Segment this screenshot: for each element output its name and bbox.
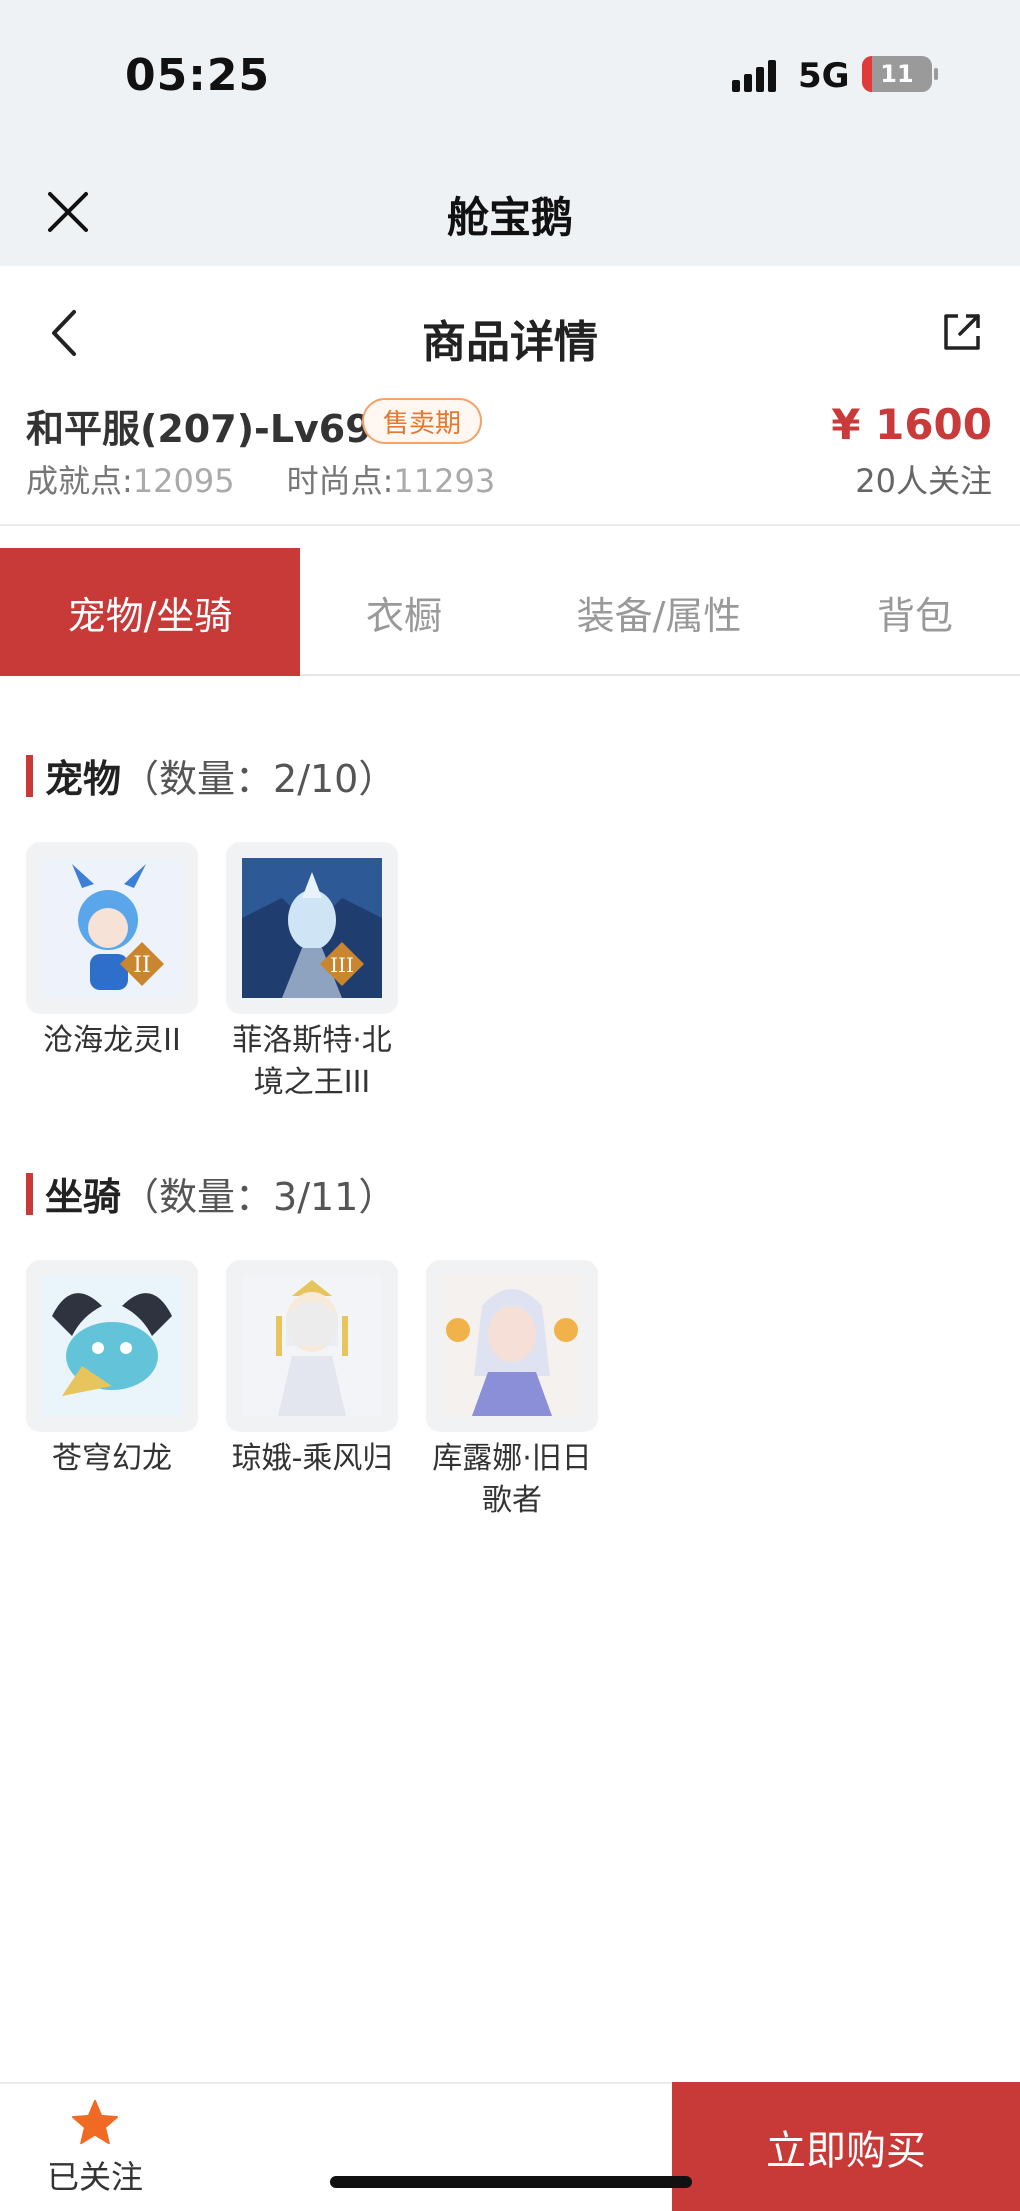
mount-card[interactable]: 苍穹幻龙 <box>26 1260 198 1522</box>
pet-thumbnail: II <box>26 842 198 1014</box>
tab-backpack[interactable]: 背包 <box>810 548 1020 676</box>
svg-text:II: II <box>133 953 150 978</box>
achievement-label: 成就点: <box>26 462 133 500</box>
battery-level: 11 <box>880 60 914 88</box>
mounts-count: （数量：3/11） <box>121 1175 397 1219</box>
sky-dragon-image <box>42 1276 182 1416</box>
pets-section-title: 宠物 （数量：2/10） <box>26 748 396 803</box>
divider <box>0 524 1020 526</box>
svg-text:III: III <box>330 953 354 977</box>
mount-name: 库露娜·旧日歌者 <box>432 1441 592 1518</box>
pet-name: 沧海龙灵II <box>43 1023 181 1058</box>
tab-equipment[interactable]: 装备/属性 <box>508 548 810 676</box>
kuluna-image <box>442 1276 582 1416</box>
app-title: 舱宝鹅 <box>446 193 573 242</box>
signal-icon <box>732 60 776 92</box>
star-icon <box>71 2099 119 2145</box>
chang-e-image <box>242 1276 382 1416</box>
pets-grid: II 沧海龙灵II III 菲洛斯特·北境之王III <box>26 842 398 1104</box>
mount-thumbnail <box>426 1260 598 1432</box>
page-title: 商品详情 <box>422 317 598 368</box>
section-marker <box>26 1172 33 1215</box>
north-king-image: III <box>242 858 382 998</box>
fashion-value: 11293 <box>393 462 496 500</box>
server-level: 和平服(207)-Lv69 <box>26 407 372 451</box>
tab-wardrobe[interactable]: 衣橱 <box>300 548 508 676</box>
follow-label: 已关注 <box>46 2158 143 2196</box>
follow-button[interactable]: 已关注 <box>40 2098 150 2198</box>
price: ¥ 1600 <box>831 400 992 449</box>
battery-icon: 11 <box>862 56 932 92</box>
network-type: 5G <box>798 56 850 96</box>
pet-thumbnail: III <box>226 842 398 1014</box>
share-icon[interactable] <box>940 310 984 354</box>
fashion-label: 时尚点: <box>286 462 394 500</box>
mounts-grid: 苍穹幻龙 琼娥-乘风归 库露娜·旧日歌者 <box>26 1260 598 1522</box>
battery-tip <box>934 68 938 80</box>
buy-now-button[interactable]: 立即购买 <box>672 2082 1020 2211</box>
dragon-spirit-image: II <box>42 858 182 998</box>
mounts-title: 坐骑 <box>45 1175 122 1219</box>
follower-count: 20人关注 <box>855 462 992 500</box>
mount-thumbnail <box>26 1260 198 1432</box>
pet-card[interactable]: III 菲洛斯特·北境之王III <box>226 842 398 1104</box>
pets-count: （数量：2/10） <box>121 757 397 801</box>
section-marker <box>26 754 33 797</box>
pet-name: 菲洛斯特·北境之王III <box>232 1023 392 1100</box>
status-badge: 售卖期 <box>362 398 482 444</box>
pets-title: 宠物 <box>45 757 122 801</box>
mount-thumbnail <box>226 1260 398 1432</box>
pet-card[interactable]: II 沧海龙灵II <box>26 842 198 1104</box>
mount-card[interactable]: 琼娥-乘风归 <box>226 1260 398 1522</box>
mount-name: 苍穹幻龙 <box>52 1441 172 1476</box>
category-tabs: 宠物/坐骑 衣橱 装备/属性 背包 <box>0 548 1020 676</box>
mounts-section-title: 坐骑 （数量：3/11） <box>26 1166 396 1221</box>
mount-name: 琼娥-乘风归 <box>231 1441 393 1476</box>
tab-pets-mounts[interactable]: 宠物/坐骑 <box>0 548 300 676</box>
status-time: 05:25 <box>125 50 271 101</box>
achievement-value: 12095 <box>132 462 235 500</box>
mount-card[interactable]: 库露娜·旧日歌者 <box>426 1260 598 1522</box>
product-stats: 成就点:12095 时尚点:11293 <box>26 456 495 502</box>
home-indicator[interactable] <box>330 2176 692 2188</box>
